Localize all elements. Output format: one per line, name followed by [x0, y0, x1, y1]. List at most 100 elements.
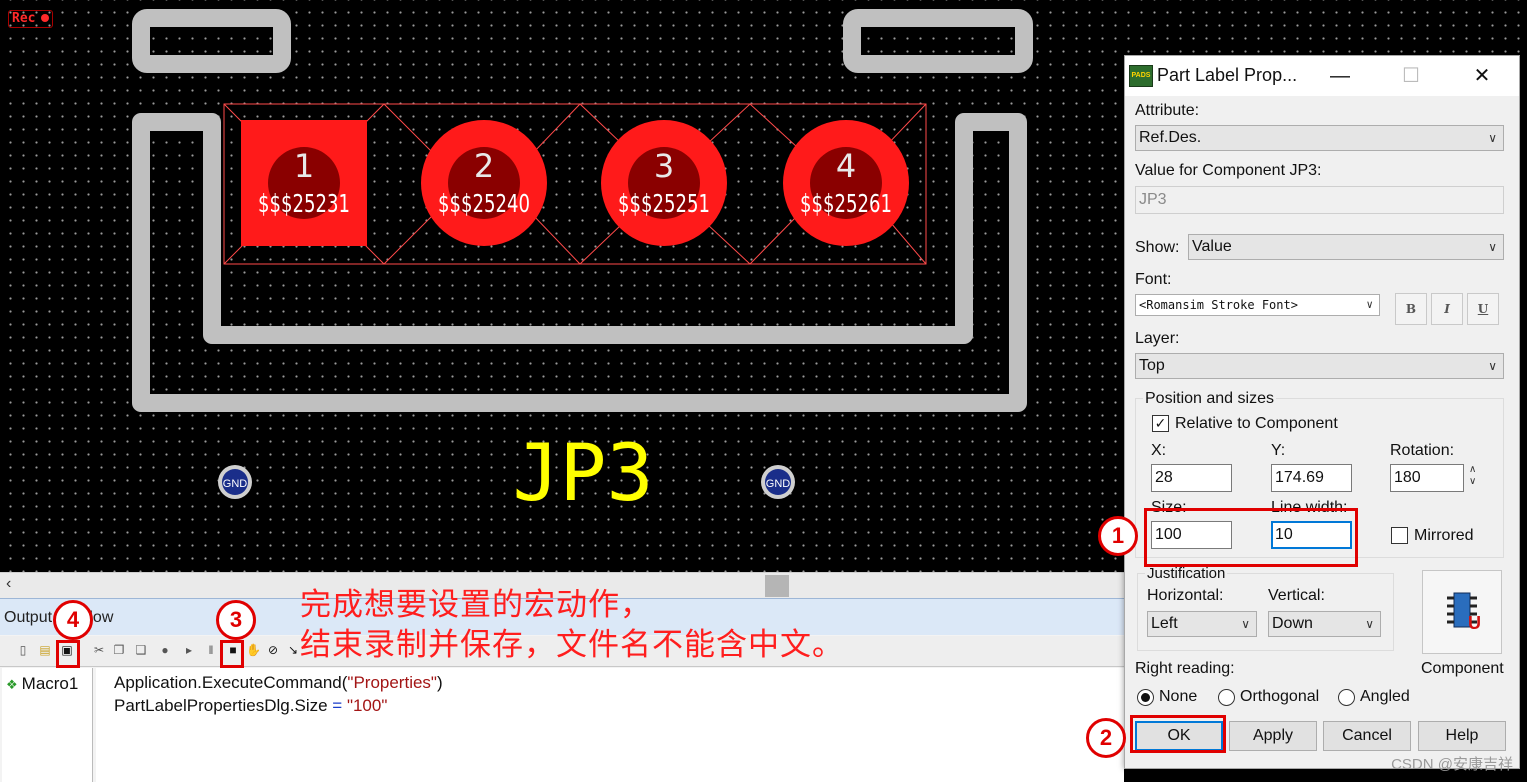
rotation-label: Rotation:	[1390, 442, 1455, 459]
radio-angled[interactable]	[1338, 689, 1355, 706]
radio-orthogonal[interactable]	[1218, 689, 1235, 706]
chevron-down-icon: ∨	[1488, 240, 1497, 254]
component-ref-label[interactable]: JP3	[513, 429, 654, 519]
size-input[interactable]: 100	[1151, 521, 1232, 549]
pause-icon[interactable]: ‖	[204, 643, 218, 657]
dialog-title: Part Label Prop...	[1157, 65, 1298, 85]
ok-button[interactable]: OK	[1135, 721, 1223, 751]
horizontal-label: Horizontal:	[1147, 587, 1224, 604]
cancel-circle-icon[interactable]: ⊘	[266, 643, 280, 657]
vertical-select[interactable]: Down ∨	[1268, 611, 1381, 637]
radio-none-label: None	[1159, 688, 1198, 705]
hand-icon[interactable]: ✋	[246, 643, 261, 657]
chevron-down-icon: ∨	[1488, 359, 1497, 373]
help-button[interactable]: Help	[1418, 721, 1506, 751]
scroll-left-icon[interactable]: ‹	[6, 575, 11, 593]
chevron-down-icon: ∨	[1488, 131, 1497, 145]
pad-number: 4	[836, 147, 856, 185]
chevron-down-icon: ∨	[1366, 298, 1373, 311]
show-value: Value	[1192, 238, 1232, 255]
right-reading-label: Right reading:	[1135, 660, 1235, 677]
pad-group: 1 $$$25231 2 $$$25240 3 $$$25251 4 $$$25261	[241, 120, 909, 246]
justification-group-title: Justification	[1145, 565, 1228, 582]
value-field[interactable]: JP3	[1135, 186, 1504, 214]
line-width-label: Line width:	[1271, 499, 1348, 516]
macro-tree: ❖ Macro1	[2, 668, 93, 782]
show-select[interactable]: Value ∨	[1188, 234, 1504, 260]
font-value: <Romansim Stroke Font>	[1139, 298, 1298, 312]
cancel-button[interactable]: Cancel	[1323, 721, 1411, 751]
close-icon[interactable]: ✕	[1462, 60, 1502, 92]
x-input[interactable]: 28	[1151, 464, 1232, 492]
y-input[interactable]: 174.69	[1271, 464, 1352, 492]
x-label: X:	[1151, 442, 1167, 459]
pad-net-label: $$$25251	[618, 189, 710, 218]
vertical-value: Down	[1272, 615, 1313, 632]
via-label: GND	[766, 478, 791, 490]
pad-3[interactable]: 3 $$$25251	[601, 120, 727, 246]
annotation-line-2: 结束录制并保存，文件名不能含中文。	[300, 627, 844, 662]
chevron-down-icon: ∨	[1241, 617, 1250, 631]
layer-label: Layer:	[1135, 330, 1180, 347]
code-line-2: PartLabelPropertiesDlg.Size = "100"	[114, 696, 387, 716]
tree-item-macro1[interactable]: ❖ Macro1	[6, 674, 78, 694]
apply-button[interactable]: Apply	[1229, 721, 1317, 751]
scroll-thumb[interactable]	[765, 575, 789, 597]
chip-icon: U	[1447, 592, 1481, 633]
minimize-icon[interactable]: —	[1320, 60, 1360, 92]
dialog-titlebar: PADS Part Label Prop... — ☐ ✕	[1125, 56, 1519, 96]
radio-angled-label: Angled	[1360, 688, 1410, 705]
outline-top-right-slot	[843, 9, 1033, 73]
size-label: Size:	[1151, 499, 1187, 516]
save-icon[interactable]: ▣	[60, 643, 74, 657]
stop-icon[interactable]: ■	[226, 643, 240, 657]
code-text: )	[436, 673, 443, 692]
line-width-input[interactable]: 10	[1271, 521, 1352, 549]
component-button[interactable]: U	[1422, 570, 1502, 654]
outline-top-left-slot	[132, 9, 291, 73]
bold-button[interactable]: B	[1395, 293, 1427, 325]
show-label: Show:	[1135, 239, 1180, 256]
font-select[interactable]: <Romansim Stroke Font> ∨	[1135, 294, 1380, 316]
y-label: Y:	[1271, 442, 1286, 459]
copy-icon[interactable]: ❐	[112, 643, 126, 657]
italic-button[interactable]: I	[1431, 293, 1463, 325]
maximize-icon[interactable]: ☐	[1391, 60, 1431, 92]
radio-none[interactable]	[1137, 689, 1154, 706]
record-icon[interactable]: ●	[158, 643, 172, 657]
mirrored-label: Mirrored	[1414, 527, 1474, 544]
new-file-icon[interactable]: ▯	[16, 643, 30, 657]
underline-button[interactable]: U	[1467, 293, 1499, 325]
watermark: CSDN @安康吉祥	[1391, 756, 1513, 773]
paste-icon[interactable]: ❑	[134, 643, 148, 657]
via-label: GND	[223, 478, 248, 490]
code-string: "Properties"	[347, 673, 437, 692]
open-folder-icon[interactable]: ▤	[38, 643, 52, 657]
pad-2[interactable]: 2 $$$25240	[421, 120, 547, 246]
mirrored-checkbox[interactable]	[1391, 527, 1408, 544]
layer-select[interactable]: Top ∨	[1135, 353, 1504, 379]
via-left: GND	[218, 465, 252, 499]
macro-code-editor[interactable]: Application.ExecuteCommand("Properties")…	[96, 668, 1124, 782]
rotation-spinner-icon[interactable]: ∧ ∨	[1469, 464, 1476, 488]
code-string: "100"	[342, 696, 388, 715]
position-group-title: Position and sizes	[1143, 390, 1276, 408]
tree-item-label: Macro1	[21, 674, 79, 693]
pad-4[interactable]: 4 $$$25261	[783, 120, 909, 246]
play-icon[interactable]: ▸	[182, 643, 196, 657]
radio-orthogonal-label: Orthogonal	[1240, 688, 1320, 705]
horizontal-select[interactable]: Left ∨	[1147, 611, 1257, 637]
pad-number: 1	[294, 147, 314, 185]
attribute-select[interactable]: Ref.Des. ∨	[1135, 125, 1504, 151]
pads-app-icon: PADS	[1129, 65, 1153, 87]
rotation-input[interactable]: 180	[1390, 464, 1464, 492]
value-label: Value for Component JP3:	[1135, 162, 1322, 179]
pad-net-label: $$$25240	[438, 189, 530, 218]
macro-icon: ❖	[6, 677, 18, 692]
relative-checkbox[interactable]: ✓	[1152, 415, 1169, 432]
cut-icon[interactable]: ✂	[92, 643, 106, 657]
pad-1[interactable]: 1 $$$25231	[241, 120, 367, 246]
code-text: Application.ExecuteCommand(	[114, 673, 348, 692]
code-line-1: Application.ExecuteCommand("Properties")	[114, 673, 443, 693]
pointer-icon[interactable]: ↘	[286, 643, 300, 657]
